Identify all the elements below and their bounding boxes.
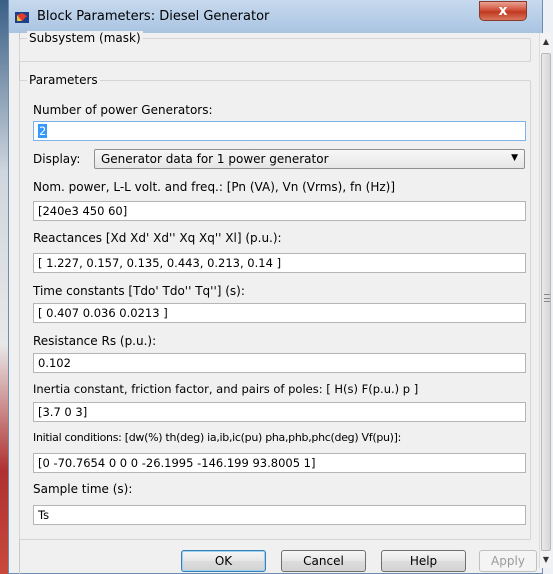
initial-conditions-label: Initial conditions: [dw(%) th(deg) ia,ib… (33, 431, 402, 444)
sample-time-input[interactable]: Ts (33, 505, 526, 525)
close-button[interactable]: x (479, 1, 527, 21)
num-generators-input[interactable]: 2 (33, 121, 526, 141)
resistance-label: Resistance Rs (p.u.): (33, 334, 157, 348)
simulink-block-icon (15, 12, 29, 23)
scroll-up-icon[interactable]: ▲ (540, 36, 552, 48)
time-constants-label: Time constants [Tdo' Tdo'' Tq''] (s): (33, 284, 245, 298)
num-generators-label: Number of power Generators: (33, 103, 213, 117)
nominal-label: Nom. power, L-L volt. and freq.: [Pn (VA… (33, 180, 396, 194)
display-label: Display: (33, 152, 81, 166)
sample-time-label: Sample time (s): (33, 482, 133, 496)
inertia-input[interactable]: [3.7 0 3] (33, 402, 526, 422)
scroll-down-icon[interactable]: ▼ (540, 554, 552, 566)
display-dropdown[interactable]: Generator data for 1 power generator ▼ (94, 149, 525, 169)
window-title: Block Parameters: Diesel Generator (37, 9, 270, 24)
time-constants-input[interactable]: [ 0.407 0.036 0.0213 ] (33, 303, 526, 323)
scroll-thumb[interactable] (541, 53, 551, 551)
subsystem-legend: Subsystem (mask) (27, 31, 143, 45)
inertia-label: Inertia constant, friction factor, and p… (33, 382, 419, 396)
reactances-label: Reactances [Xd Xd' Xd'' Xq Xq'' Xl] (p.u… (33, 231, 282, 245)
resistance-input[interactable]: 0.102 (33, 353, 526, 373)
apply-button: Apply (479, 550, 537, 572)
chevron-down-icon: ▼ (511, 153, 518, 163)
title-bar[interactable]: Block Parameters: Diesel Generator x (9, 0, 542, 33)
help-button[interactable]: Help (381, 550, 466, 572)
display-dropdown-value: Generator data for 1 power generator (101, 152, 329, 166)
reactances-input[interactable]: [ 1.227, 0.157, 0.135, 0.443, 0.213, 0.1… (33, 253, 526, 273)
grip-icon (544, 294, 550, 302)
dialog-window: Block Parameters: Diesel Generator x Sub… (8, 0, 551, 574)
nominal-input[interactable]: [240e3 450 60] (33, 201, 526, 221)
initial-conditions-input[interactable]: [0 -70.7654 0 0 0 -26.1995 -146.199 93.8… (33, 453, 526, 473)
ok-button[interactable]: OK (181, 550, 266, 572)
vertical-scrollbar[interactable]: ▲ ▼ (539, 33, 551, 568)
cancel-button[interactable]: Cancel (281, 550, 366, 572)
subsystem-group: Subsystem (mask) (19, 31, 531, 62)
parameters-legend: Parameters (27, 73, 100, 87)
